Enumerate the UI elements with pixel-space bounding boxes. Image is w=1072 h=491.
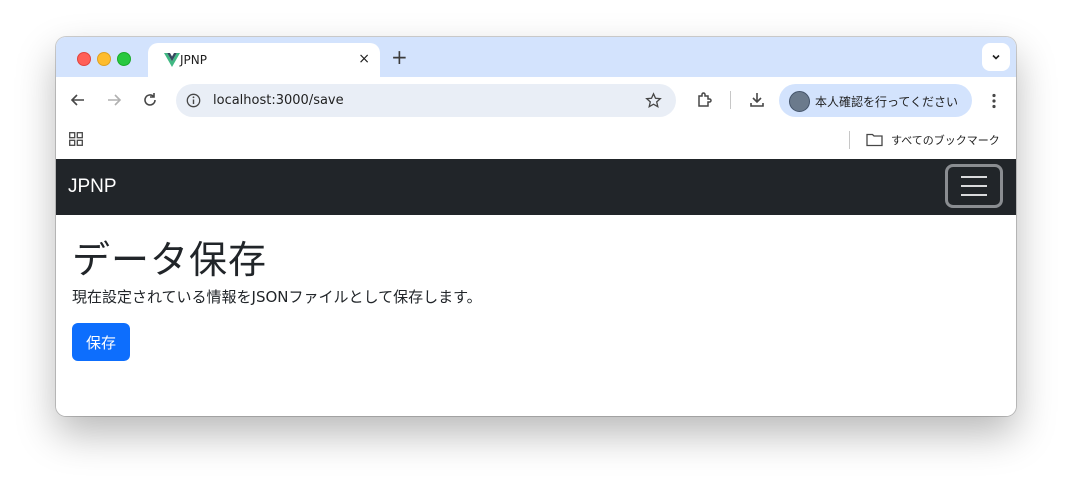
download-icon[interactable]	[747, 90, 767, 110]
tab-close-icon[interactable]: ×	[358, 51, 370, 67]
chevron-down-icon	[992, 54, 1000, 60]
tab-search-button[interactable]	[982, 43, 1010, 71]
hamburger-icon	[961, 185, 987, 187]
bookmarks-bar: すべてのブックマーク	[56, 123, 1016, 159]
maximize-window-button[interactable]	[117, 52, 131, 66]
page-content: JPNP データ保存 現在設定されている情報をJSONファイルとして保存します。…	[56, 159, 1016, 416]
address-bar[interactable]: localhost:3000/save	[176, 84, 676, 117]
minimize-window-button[interactable]	[97, 52, 111, 66]
more-vert-icon[interactable]	[984, 91, 1004, 111]
all-bookmarks-label[interactable]: すべてのブックマーク	[891, 132, 1000, 148]
url-text[interactable]: localhost:3000/save	[213, 93, 344, 108]
info-icon[interactable]	[186, 93, 201, 108]
star-icon[interactable]	[645, 92, 662, 109]
browser-window: JPNP × + localhost:3000/save 本人確認を行ってくださ…	[56, 37, 1016, 416]
page-title: データ保存	[72, 238, 268, 282]
profile-label: 本人確認を行ってください	[815, 95, 959, 109]
save-button[interactable]: 保存	[72, 323, 130, 361]
navbar-brand[interactable]: JPNP	[68, 176, 117, 198]
tab-jpnp[interactable]: JPNP ×	[148, 43, 380, 77]
profile-button[interactable]: 本人確認を行ってください	[779, 84, 972, 117]
toolbar-divider	[730, 91, 731, 109]
forward-arrow-icon[interactable]	[104, 90, 124, 110]
back-arrow-icon[interactable]	[68, 90, 88, 110]
tab-title: JPNP	[180, 53, 207, 67]
avatar	[789, 91, 810, 112]
folder-icon[interactable]	[866, 132, 883, 147]
new-tab-button[interactable]: +	[391, 46, 408, 68]
browser-toolbar: localhost:3000/save 本人確認を行ってください	[56, 77, 1016, 123]
navbar: JPNP	[56, 159, 1016, 215]
tab-strip: JPNP × +	[56, 37, 1016, 77]
vue-logo-icon	[164, 53, 180, 67]
bookmarks-divider	[849, 131, 850, 149]
extensions-icon[interactable]	[694, 90, 714, 110]
hamburger-icon	[961, 176, 987, 178]
apps-grid-icon[interactable]	[69, 132, 83, 146]
close-window-button[interactable]	[77, 52, 91, 66]
hamburger-icon	[961, 194, 987, 196]
page-description: 現在設定されている情報をJSONファイルとして保存します。	[72, 288, 482, 306]
reload-icon[interactable]	[140, 90, 160, 110]
navbar-toggler-button[interactable]	[945, 164, 1003, 208]
